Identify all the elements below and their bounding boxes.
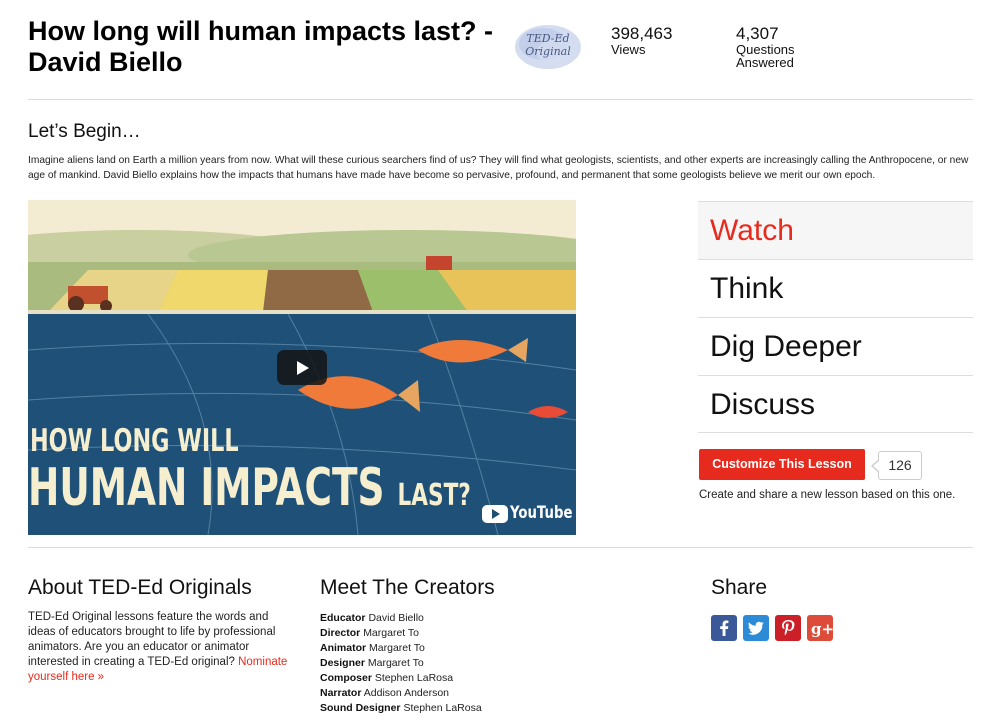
ted-ed-original-badge: TED-Ed Original	[513, 22, 583, 72]
creator-role: Sound Designer	[320, 702, 401, 714]
facebook-icon	[720, 620, 729, 636]
customize-count-badge: 126	[871, 451, 922, 480]
creator-row: Sound Designer Stephen LaRosa	[320, 701, 482, 716]
creator-name: David Biello	[368, 612, 424, 624]
nav-discuss[interactable]: Discuss	[698, 375, 973, 433]
googleplus-share-button[interactable]: g+	[807, 615, 834, 641]
creator-row: Composer Stephen LaRosa	[320, 671, 482, 686]
video-title-main: HUMAN IMPACTS	[28, 458, 385, 518]
pinterest-share-button[interactable]	[775, 615, 801, 641]
play-button[interactable]	[277, 350, 327, 385]
creator-row: Designer Margaret To	[320, 656, 482, 671]
lesson-description: Imagine aliens land on Earth a million y…	[28, 155, 969, 181]
header-divider	[28, 99, 973, 100]
creator-role: Animator	[320, 642, 367, 654]
video-player[interactable]: HOW LONG WILL HUMAN IMPACTS LAST? YouTub…	[28, 200, 576, 535]
pinterest-icon	[782, 620, 795, 636]
creator-name: Stephen LaRosa	[403, 702, 482, 714]
about-text: TED-Ed Original lessons feature the word…	[28, 610, 298, 685]
nav-think[interactable]: Think	[698, 259, 973, 317]
creator-name: Margaret To	[363, 627, 420, 639]
badge-line-2: Original	[525, 45, 571, 58]
twitter-icon	[748, 621, 764, 635]
video-title-line-1: HOW LONG WILL	[30, 423, 239, 459]
questions-label-2: Answered	[736, 55, 794, 70]
facebook-share-button[interactable]	[711, 615, 737, 641]
youtube-play-icon	[482, 505, 508, 523]
video-title-small: LAST?	[397, 478, 471, 513]
creators-heading: Meet The Creators	[320, 576, 495, 599]
creator-role: Designer	[320, 657, 365, 669]
svg-text:g+: g+	[811, 620, 833, 638]
badge-line-1: TED-Ed	[526, 32, 570, 45]
creator-name: Margaret To	[369, 642, 425, 654]
twitter-share-button[interactable]	[743, 615, 769, 641]
views-count: 398,463	[611, 24, 673, 43]
youtube-wordmark: YouTube	[510, 503, 573, 523]
creator-role: Narrator	[320, 687, 362, 699]
nav-watch[interactable]: Watch	[698, 201, 973, 259]
creator-role: Director	[320, 627, 361, 639]
creator-name: Margaret To	[367, 657, 424, 669]
creators-list: Educator David Biello Director Margaret …	[320, 611, 482, 716]
lets-begin-heading: Let’s Begin…	[28, 121, 141, 142]
nav-dig-deeper[interactable]: Dig Deeper	[698, 317, 973, 375]
about-heading: About TED-Ed Originals	[28, 576, 252, 599]
views-stat: 398,463 Views	[611, 24, 673, 57]
creator-role: Composer	[320, 672, 372, 684]
customize-lesson-button[interactable]: Customize This Lesson	[699, 449, 865, 480]
share-heading: Share	[711, 576, 768, 599]
creator-row: Narrator Addison Anderson	[320, 686, 482, 701]
questions-stat: 4,307 Questions Answered	[736, 24, 795, 70]
lesson-nav: Watch Think Dig Deeper Discuss	[698, 201, 973, 433]
creator-role: Educator	[320, 612, 366, 624]
creator-name: Addison Anderson	[363, 687, 450, 699]
video-title-line-2: HUMAN IMPACTS LAST?	[28, 458, 471, 518]
views-label: Views	[611, 42, 646, 57]
page-title: How long will human impacts last? - Davi…	[28, 16, 494, 77]
youtube-logo[interactable]: YouTube	[482, 503, 572, 525]
creator-row: Animator Margaret To	[320, 641, 482, 656]
creator-name: Stephen LaRosa	[374, 672, 454, 684]
creator-row: Director Margaret To	[320, 626, 482, 641]
section-divider	[28, 547, 973, 548]
creator-row: Educator David Biello	[320, 611, 482, 626]
questions-count: 4,307	[736, 24, 779, 43]
googleplus-icon: g+	[811, 620, 834, 638]
customize-description: Create and share a new lesson based on t…	[699, 489, 956, 501]
